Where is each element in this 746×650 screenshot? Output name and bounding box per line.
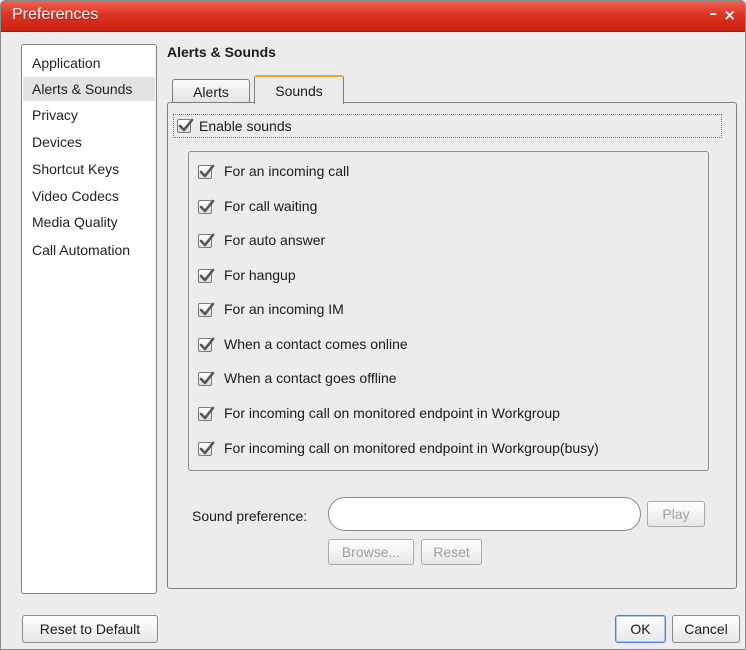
preferences-sidebar: Application Alerts & Sounds Privacy Devi…: [21, 44, 157, 594]
tab-sounds[interactable]: Sounds: [254, 75, 344, 104]
sidebar-item-alerts-sounds[interactable]: Alerts & Sounds: [23, 77, 155, 101]
sidebar-item-call-automation[interactable]: Call Automation: [23, 238, 155, 262]
option-label: For incoming call on monitored endpoint …: [224, 440, 599, 456]
sidebar-item-devices[interactable]: Devices: [23, 130, 155, 154]
browse-button[interactable]: Browse...: [328, 539, 414, 565]
sidebar-item-media-quality[interactable]: Media Quality: [23, 210, 155, 234]
window-title: Preferences: [12, 6, 99, 23]
reset-button[interactable]: Reset: [421, 539, 482, 565]
checkmark-icon: [199, 441, 215, 455]
incoming-im-checkbox[interactable]: [198, 302, 215, 317]
tab-alerts[interactable]: Alerts: [172, 79, 250, 103]
checkmark-icon: [199, 337, 215, 351]
sidebar-item-shortcut-keys[interactable]: Shortcut Keys: [23, 157, 155, 181]
option-label: For an incoming IM: [224, 301, 344, 317]
checkmark-icon: [199, 371, 215, 385]
auto-answer-checkbox[interactable]: [198, 233, 215, 248]
checkmark-icon: [178, 118, 194, 132]
checkmark-icon: [199, 199, 215, 213]
preferences-window: Preferences – × Application Alerts & Sou…: [0, 0, 746, 650]
contact-online-checkbox[interactable]: [198, 337, 215, 352]
option-label: For call waiting: [224, 198, 318, 214]
play-button[interactable]: Play: [647, 501, 705, 527]
workgroup-call-checkbox[interactable]: [198, 406, 215, 421]
minimize-icon[interactable]: –: [710, 5, 718, 21]
call-waiting-checkbox[interactable]: [198, 199, 215, 214]
hangup-checkbox[interactable]: [198, 268, 215, 283]
ok-button[interactable]: OK: [615, 615, 666, 643]
option-label: When a contact goes offline: [224, 370, 397, 386]
section-title: Alerts & Sounds: [167, 44, 276, 60]
sound-preference-input[interactable]: [328, 497, 641, 531]
checkmark-icon: [199, 406, 215, 420]
checkmark-icon: [199, 164, 215, 178]
option-label: For hangup: [224, 267, 296, 283]
sound-preference-label: Sound preference:: [192, 508, 308, 524]
option-label: For auto answer: [224, 232, 326, 248]
enable-sounds-row[interactable]: Enable sounds: [173, 114, 722, 138]
sidebar-item-application[interactable]: Application: [23, 51, 155, 75]
option-label: For incoming call on monitored endpoint …: [224, 405, 560, 421]
enable-sounds-label: Enable sounds: [199, 118, 292, 134]
option-label: When a contact comes online: [224, 336, 408, 352]
close-icon[interactable]: ×: [723, 7, 736, 23]
title-bar[interactable]: Preferences – ×: [1, 1, 745, 32]
enable-sounds-checkbox[interactable]: [177, 118, 194, 133]
cancel-button[interactable]: Cancel: [672, 615, 740, 643]
checkmark-icon: [199, 268, 215, 282]
checkmark-icon: [199, 233, 215, 247]
option-label: For an incoming call: [224, 163, 350, 179]
sidebar-item-video-codecs[interactable]: Video Codecs: [23, 184, 155, 208]
workgroup-busy-checkbox[interactable]: [198, 441, 215, 456]
contact-offline-checkbox[interactable]: [198, 371, 215, 386]
reset-to-default-button[interactable]: Reset to Default: [22, 615, 158, 643]
sidebar-item-privacy[interactable]: Privacy: [23, 103, 155, 127]
incoming-call-checkbox[interactable]: [198, 164, 215, 179]
checkmark-icon: [199, 302, 215, 316]
sound-options-list: For an incoming call For call waiting Fo…: [188, 151, 709, 471]
